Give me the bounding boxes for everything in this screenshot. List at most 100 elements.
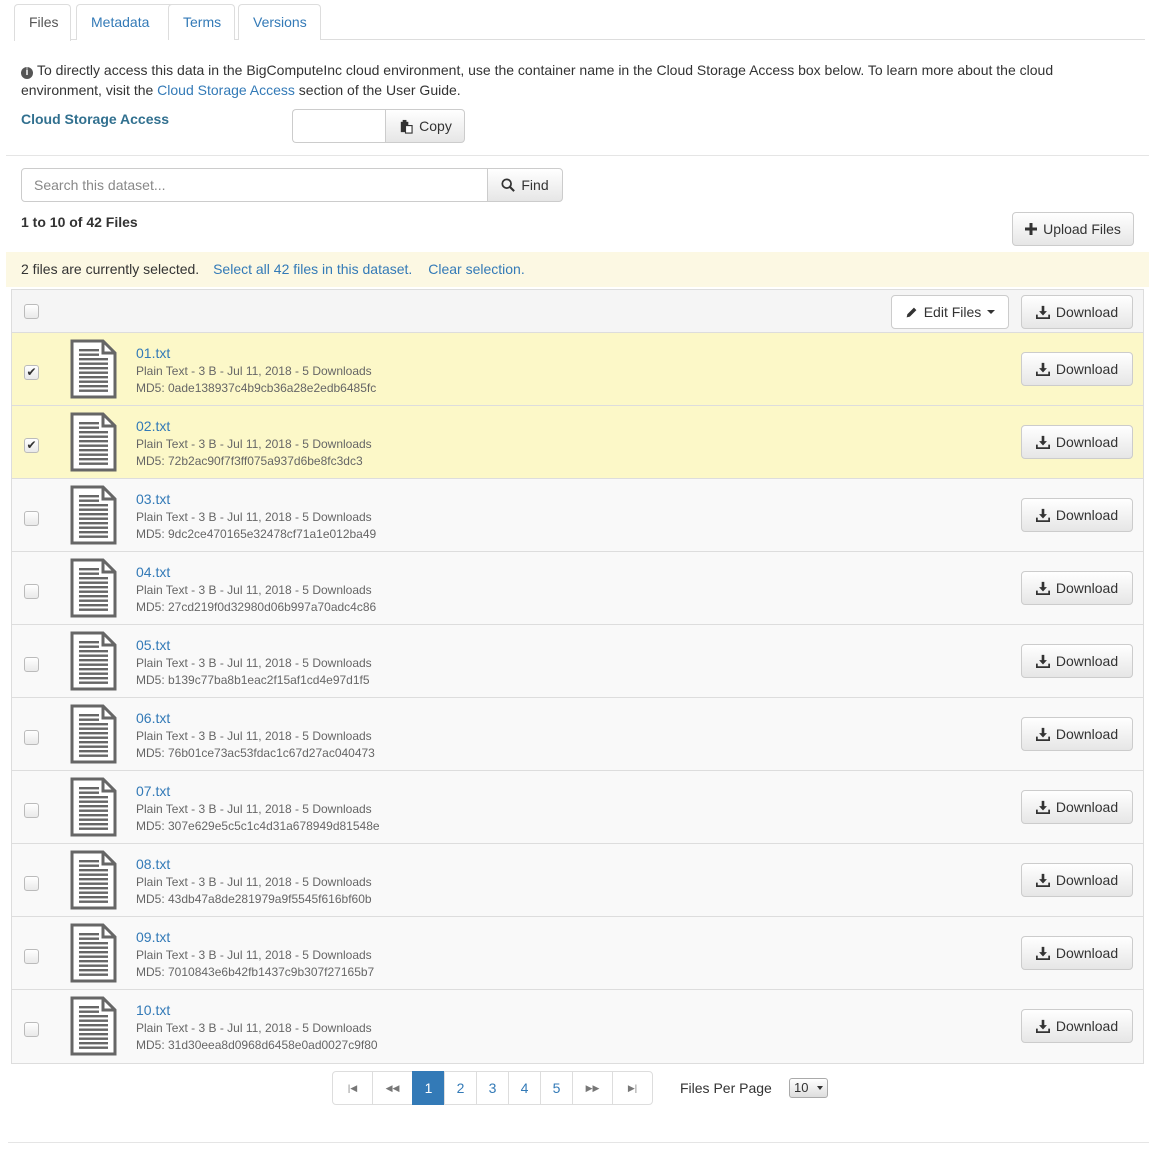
file-checkbox[interactable]: ✔	[24, 365, 39, 380]
file-name-link[interactable]: 07.txt	[136, 783, 170, 799]
selection-bar: 2 files are currently selected. Select a…	[6, 252, 1149, 287]
file-checkbox[interactable]	[24, 730, 39, 745]
tab-terms[interactable]: Terms	[168, 4, 235, 40]
info-text-end: section of the User Guide.	[294, 82, 461, 98]
download-button[interactable]: Download	[1021, 352, 1133, 386]
page-2-button[interactable]: 2	[444, 1071, 477, 1105]
file-checkbox[interactable]	[24, 657, 39, 672]
page-5-button[interactable]: 5	[540, 1071, 573, 1105]
file-metadata: Plain Text - 3 B - Jul 11, 2018 - 5 Down…	[136, 729, 372, 743]
copy-button[interactable]: Copy	[385, 109, 465, 143]
download-button[interactable]: Download	[1021, 1009, 1133, 1043]
file-metadata: Plain Text - 3 B - Jul 11, 2018 - 5 Down…	[136, 364, 372, 378]
file-name-link[interactable]: 02.txt	[136, 418, 170, 434]
table-row: 09.txt Plain Text - 3 B - Jul 11, 2018 - …	[12, 917, 1143, 990]
download-button[interactable]: Download	[1021, 571, 1133, 605]
file-metadata: Plain Text - 3 B - Jul 11, 2018 - 5 Down…	[136, 583, 372, 597]
tab-versions[interactable]: Versions	[238, 4, 321, 40]
select-all-checkbox[interactable]	[24, 304, 39, 319]
pencil-icon	[906, 307, 917, 317]
files-per-page-value: 10	[794, 1080, 809, 1095]
find-button[interactable]: Find	[487, 168, 563, 202]
file-checkbox[interactable]	[24, 949, 39, 964]
file-metadata: Plain Text - 3 B - Jul 11, 2018 - 5 Down…	[136, 656, 372, 670]
file-checkbox[interactable]: ✔	[24, 438, 39, 453]
file-name-link[interactable]: 10.txt	[136, 1002, 170, 1018]
download-button[interactable]: Download	[1021, 425, 1133, 459]
download-label: Download	[1055, 304, 1119, 320]
pagination: |◀ ◀◀ 1 2 3 4 5 ▶▶ ▶|	[332, 1071, 653, 1105]
file-checkbox[interactable]	[24, 511, 39, 526]
file-checkbox[interactable]	[24, 584, 39, 599]
table-row: 03.txt Plain Text - 3 B - Jul 11, 2018 - …	[12, 479, 1143, 552]
download-button[interactable]: Download	[1021, 863, 1133, 897]
file-name-link[interactable]: 01.txt	[136, 345, 170, 361]
file-name-link[interactable]: 09.txt	[136, 929, 170, 945]
file-md5: MD5: 31d30eea8d0968d6458e0ad0027c9f80	[136, 1038, 378, 1052]
table-header: Edit Files Download	[12, 290, 1143, 333]
table-row: ✔ 02.txt Plain Text - 3 B - Jul 11, 2018 -…	[12, 406, 1143, 479]
download-button[interactable]: Download	[1021, 790, 1133, 824]
download-label: Download	[1055, 580, 1119, 596]
file-metadata: Plain Text - 3 B - Jul 11, 2018 - 5 Down…	[136, 948, 372, 962]
table-row: 05.txt Plain Text - 3 B - Jul 11, 2018 - …	[12, 625, 1143, 698]
previous-page-button[interactable]: ◀◀	[372, 1071, 413, 1105]
chevron-down-icon	[817, 1086, 823, 1090]
file-checkbox[interactable]	[24, 803, 39, 818]
download-button[interactable]: Download	[1021, 644, 1133, 678]
divider	[8, 1142, 1149, 1143]
file-name-link[interactable]: 06.txt	[136, 710, 170, 726]
download-button[interactable]: Download	[1021, 498, 1133, 532]
edit-files-button[interactable]: Edit Files	[891, 295, 1009, 329]
files-per-page-select[interactable]: 10	[789, 1078, 828, 1098]
file-name-link[interactable]: 03.txt	[136, 491, 170, 507]
page-4-button[interactable]: 4	[508, 1071, 541, 1105]
chevron-down-icon	[987, 310, 996, 314]
table-row: 06.txt Plain Text - 3 B - Jul 11, 2018 - …	[12, 698, 1143, 771]
tab-metadata[interactable]: Metadata	[76, 4, 176, 40]
file-name-link[interactable]: 05.txt	[136, 637, 170, 653]
download-label: Download	[1055, 653, 1119, 669]
divider	[6, 155, 1149, 156]
file-checkbox[interactable]	[24, 1022, 39, 1037]
next-page-button[interactable]: ▶▶	[572, 1071, 613, 1105]
download-label: Download	[1055, 726, 1119, 742]
text-file-icon	[70, 850, 117, 910]
file-name-link[interactable]: 04.txt	[136, 564, 170, 580]
file-md5: MD5: 72b2ac90f7f3ff075a937d6be8fc3dc3	[136, 454, 363, 468]
container-name-field[interactable]	[292, 109, 386, 143]
select-all-link[interactable]: Select all 42 files in this dataset.	[213, 261, 412, 277]
text-file-icon	[70, 777, 117, 837]
download-icon	[1035, 305, 1050, 319]
files-per-page-label: Files Per Page	[680, 1080, 772, 1096]
download-selected-button[interactable]: Download	[1021, 295, 1133, 329]
download-button[interactable]: Download	[1021, 936, 1133, 970]
file-metadata: Plain Text - 3 B - Jul 11, 2018 - 5 Down…	[136, 1021, 372, 1035]
file-checkbox[interactable]	[24, 876, 39, 891]
search-input[interactable]	[21, 168, 488, 202]
text-file-icon	[70, 412, 117, 472]
table-row: 08.txt Plain Text - 3 B - Jul 11, 2018 - …	[12, 844, 1143, 917]
plus-icon	[1025, 223, 1038, 235]
file-md5: MD5: 43db47a8de281979a9f5545f616bf60b	[136, 892, 372, 906]
download-icon	[1035, 800, 1050, 814]
file-md5: MD5: 7010843e6b42fb1437c9b307f27165b7	[136, 965, 375, 979]
file-name-link[interactable]: 08.txt	[136, 856, 170, 872]
download-button[interactable]: Download	[1021, 717, 1133, 751]
download-icon	[1035, 1019, 1050, 1033]
text-file-icon	[70, 923, 117, 983]
page-1-button[interactable]: 1	[412, 1071, 445, 1105]
tab-bar: Files Metadata Terms Versions	[14, 4, 1145, 41]
first-page-button[interactable]: |◀	[332, 1071, 373, 1105]
file-md5: MD5: 76b01ce73ac53fdac1c67d27ac040473	[136, 746, 375, 760]
file-md5: MD5: 9dc2ce470165e32478cf71a1e012ba49	[136, 527, 377, 541]
cloud-storage-access-link[interactable]: Cloud Storage Access	[157, 82, 295, 98]
tab-files[interactable]: Files	[14, 4, 71, 41]
table-row: 07.txt Plain Text - 3 B - Jul 11, 2018 - …	[12, 771, 1143, 844]
upload-files-button[interactable]: Upload Files	[1012, 212, 1134, 246]
clear-selection-link[interactable]: Clear selection.	[428, 261, 525, 277]
page-3-button[interactable]: 3	[476, 1071, 509, 1105]
file-metadata: Plain Text - 3 B - Jul 11, 2018 - 5 Down…	[136, 802, 372, 816]
last-page-button[interactable]: ▶|	[612, 1071, 653, 1105]
file-md5: MD5: 0ade138937c4b9cb36a28e2edb6485fc	[136, 381, 377, 395]
